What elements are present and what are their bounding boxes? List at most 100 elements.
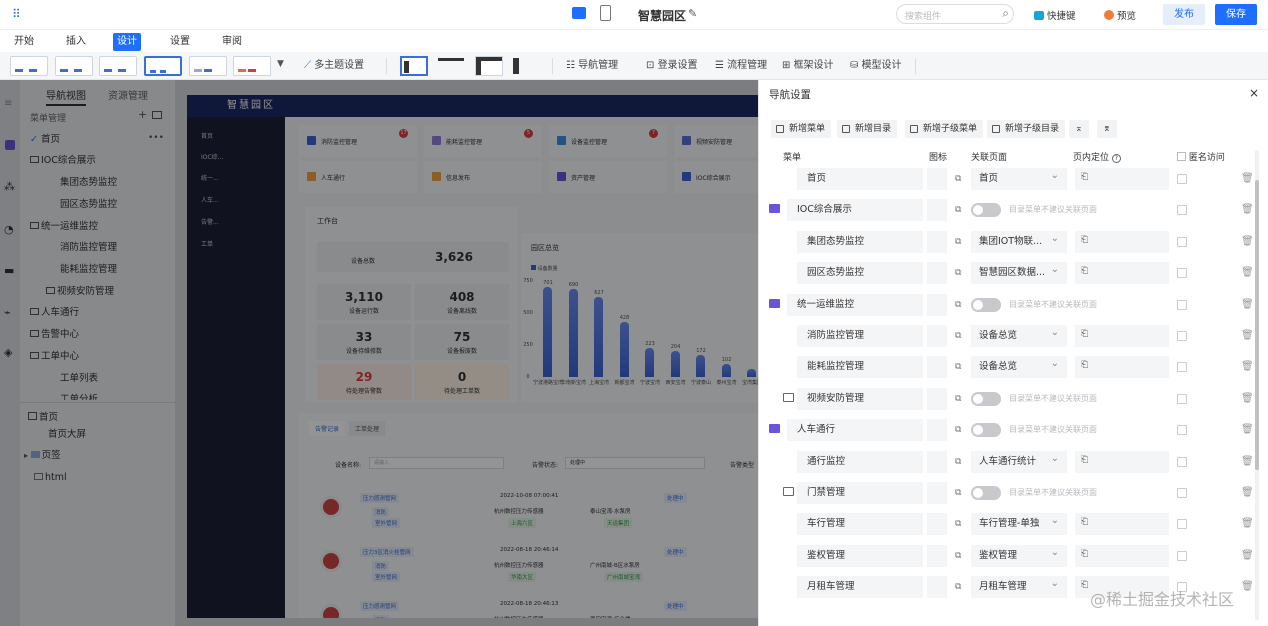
menu-name-input[interactable]: IOC综合展示 — [787, 199, 923, 222]
linked-page-select[interactable]: 月租车管理 — [971, 573, 1067, 599]
menu-icon-picker[interactable] — [927, 230, 947, 253]
add-sub-menu-button[interactable]: 新增子级菜单 — [905, 120, 984, 138]
menu-name-input[interactable]: 车行管理 — [797, 513, 923, 536]
menu-icon-picker[interactable] — [927, 450, 947, 473]
anonymous-checkbox[interactable] — [1177, 393, 1187, 404]
anchor-input[interactable]: ⎗ — [1075, 168, 1169, 190]
link-page-toggle[interactable] — [971, 203, 1001, 218]
frame-thumb-2[interactable] — [438, 56, 466, 76]
apps-grid-icon[interactable]: ⠿ — [12, 8, 24, 20]
link-icon[interactable]: ⧉ — [955, 268, 965, 278]
theme-thumb-2[interactable] — [55, 56, 93, 76]
anonymous-checkbox[interactable] — [1177, 268, 1187, 279]
link-page-toggle[interactable] — [971, 391, 1001, 406]
modal-overlay[interactable] — [0, 80, 758, 626]
linked-page-select[interactable]: 设备总览 — [971, 353, 1067, 379]
linked-page-select[interactable]: 首页 — [971, 165, 1067, 190]
expand-all-button[interactable]: ⌆ — [1097, 120, 1117, 138]
anchor-input[interactable]: ⎗ — [1075, 325, 1169, 347]
menu-name-input[interactable]: 通行监控 — [797, 450, 923, 473]
link-icon[interactable]: ⧉ — [955, 488, 965, 498]
delete-icon[interactable]: 🗑 — [1241, 330, 1254, 341]
menu-icon-picker[interactable] — [927, 544, 947, 567]
scrollbar[interactable] — [1255, 150, 1259, 620]
add-sub-directory-button[interactable]: 新增子级目录 — [987, 120, 1066, 138]
theme-thumb-4[interactable] — [144, 56, 182, 76]
login-settings-button[interactable]: ⊡ 登录设置 — [646, 59, 698, 73]
help-icon[interactable]: ? — [1111, 154, 1121, 163]
delete-icon[interactable]: 🗑 — [1241, 487, 1254, 498]
search-icon[interactable]: ⌕ — [1002, 6, 1009, 21]
anchor-input[interactable]: ⎗ — [1075, 262, 1169, 285]
scrollbar-thumb[interactable] — [1255, 180, 1259, 470]
anonymous-checkbox[interactable] — [1177, 236, 1187, 247]
flow-manage-button[interactable]: ☰ 流程管理 — [715, 59, 767, 73]
menu-name-input[interactable]: 能耗监控管理 — [797, 356, 923, 379]
menu-review[interactable]: 审阅 — [218, 33, 246, 51]
link-icon[interactable]: ⧉ — [955, 237, 965, 247]
frame-design-button[interactable]: ⊞ 框架设计 — [782, 59, 834, 73]
linked-page-select[interactable]: 鉴权管理 — [971, 542, 1067, 567]
link-icon[interactable]: ⧉ — [955, 331, 965, 341]
menu-design[interactable]: 设计 — [113, 33, 141, 51]
add-menu-button[interactable]: 新增菜单 — [771, 120, 832, 138]
search-input[interactable]: 搜索组件 ⌕ — [896, 4, 1014, 24]
delete-icon[interactable]: 🗑 — [1241, 299, 1254, 310]
close-icon[interactable]: × — [1249, 86, 1259, 100]
menu-icon-picker[interactable] — [927, 576, 947, 599]
nav-manage-button[interactable]: ☷ 导航管理 — [566, 59, 618, 73]
menu-icon-picker[interactable] — [927, 513, 947, 536]
anonymous-all-checkbox[interactable] — [1177, 152, 1186, 161]
delete-icon[interactable]: 🗑 — [1241, 456, 1254, 467]
anonymous-checkbox[interactable] — [1177, 331, 1187, 341]
menu-settings[interactable]: 设置 — [166, 33, 194, 51]
link-icon[interactable]: ⧉ — [955, 205, 965, 215]
menu-name-input[interactable]: 人车通行 — [787, 419, 923, 442]
delete-icon[interactable]: 🗑 — [1241, 267, 1254, 278]
anonymous-checkbox[interactable] — [1177, 362, 1187, 373]
link-icon[interactable]: ⧉ — [955, 457, 965, 467]
delete-icon[interactable]: 🗑 — [1241, 518, 1254, 529]
shortcut-button[interactable]: 快捷键 — [1034, 8, 1076, 22]
menu-icon-picker[interactable] — [927, 168, 947, 190]
menu-name-input[interactable]: 鉴权管理 — [797, 544, 923, 567]
linked-page-select[interactable]: 设备总览 — [971, 322, 1067, 347]
delete-icon[interactable]: 🗑 — [1241, 424, 1254, 435]
frame-thumb-3[interactable] — [475, 56, 503, 76]
anonymous-checkbox[interactable] — [1177, 519, 1187, 530]
anchor-input[interactable]: ⎗ — [1075, 450, 1169, 473]
menu-start[interactable]: 开始 — [10, 33, 38, 51]
menu-icon-picker[interactable] — [927, 325, 947, 347]
delete-icon[interactable]: 🗑 — [1241, 236, 1254, 247]
edit-name-icon[interactable]: ✎ — [688, 7, 697, 20]
delete-icon[interactable]: 🗑 — [1241, 361, 1254, 372]
link-page-toggle[interactable] — [971, 297, 1001, 312]
multi-theme-button[interactable]: ⟋ 多主题设置 — [304, 59, 364, 73]
frame-thumb-4[interactable] — [511, 56, 539, 76]
menu-name-input[interactable]: 门禁管理 — [797, 482, 923, 504]
menu-name-input[interactable]: 集团态势监控 — [797, 230, 923, 253]
link-icon[interactable]: ⧉ — [955, 582, 965, 592]
link-page-toggle[interactable] — [971, 423, 1001, 438]
link-icon[interactable]: ⧉ — [955, 174, 965, 184]
delete-icon[interactable]: 🗑 — [1241, 393, 1254, 404]
anonymous-checkbox[interactable] — [1177, 299, 1187, 310]
anonymous-checkbox[interactable] — [1177, 425, 1187, 436]
add-directory-button[interactable]: 新增目录 — [837, 120, 898, 138]
theme-more-icon[interactable]: ▼ — [277, 59, 284, 69]
delete-icon[interactable]: 🗑 — [1241, 581, 1254, 592]
menu-name-input[interactable]: 首页 — [797, 168, 923, 190]
preview-button[interactable]: 预览 — [1104, 8, 1136, 22]
linked-page-select[interactable]: 人车通行统计 — [971, 448, 1067, 473]
menu-icon-picker[interactable] — [927, 262, 947, 285]
menu-name-input[interactable]: 月租车管理 — [797, 576, 923, 599]
menu-icon-picker[interactable] — [927, 419, 947, 442]
menu-icon-picker[interactable] — [927, 293, 947, 316]
desktop-view-icon[interactable] — [572, 7, 586, 19]
linked-page-select[interactable]: 智慧园区数据... — [971, 259, 1067, 285]
anchor-input[interactable]: ⎗ — [1075, 356, 1169, 379]
frame-thumb-1[interactable] — [400, 56, 428, 76]
menu-icon-picker[interactable] — [927, 199, 947, 222]
link-icon[interactable]: ⧉ — [955, 300, 965, 310]
theme-thumb-5[interactable] — [189, 56, 227, 76]
